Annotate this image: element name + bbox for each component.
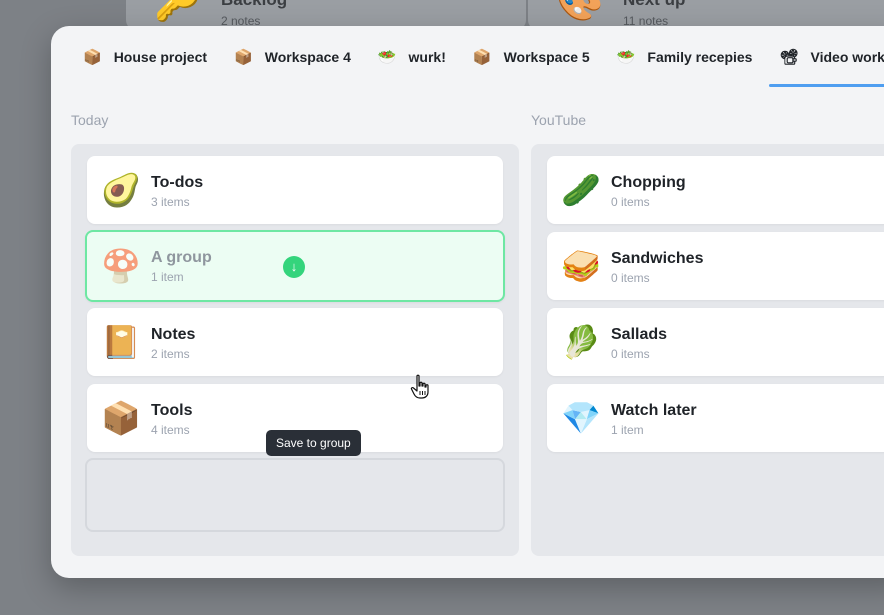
tab-label: Workspace 4	[264, 49, 351, 65]
gem-icon: 💎	[561, 400, 601, 436]
card-count: 0 items	[611, 347, 650, 361]
salad-icon: 🥗	[377, 49, 397, 66]
card-title: Chopping	[611, 174, 686, 191]
tab-label: Family recepies	[647, 49, 753, 65]
group-card-sallads[interactable]: 🥬 Sallads 0 items	[547, 308, 884, 376]
card-title: Sandwiches	[611, 250, 704, 267]
hand-pointer-cursor-icon	[410, 374, 429, 399]
leafy-green-icon: 🥬	[561, 324, 601, 360]
package-icon: 📦	[101, 400, 141, 436]
film-projector-icon: 📽	[779, 49, 799, 66]
tab-label: Video works	[810, 49, 884, 65]
key-icon: 🔑	[154, 0, 202, 23]
column-youtube: 🥒 Chopping 0 items 🥪 Sandwiches 0 items …	[531, 144, 884, 556]
card-count: 3 items	[151, 195, 190, 209]
card-count: 0 items	[611, 195, 650, 209]
package-icon: 📦	[472, 49, 492, 66]
group-card-watch-later[interactable]: 💎 Watch later 1 item	[547, 384, 884, 452]
group-card-notes[interactable]: 📔 Notes 2 items	[87, 308, 503, 376]
sandwich-icon: 🥪	[561, 248, 601, 284]
card-title: To-dos	[151, 174, 204, 191]
card-title: Sallads	[611, 326, 668, 343]
palette-icon: 🎨	[556, 0, 604, 23]
group-card-to-dos[interactable]: 🥑 To-dos 3 items	[87, 156, 503, 224]
package-icon: 📦	[234, 49, 253, 66]
card-title: A group	[151, 249, 212, 266]
package-icon: 📦	[83, 49, 102, 66]
background-card-title: Next up	[623, 0, 685, 10]
tab-workspace-5[interactable]: 📦 Workspace 5	[473, 26, 590, 88]
column-title-youtube: YouTube	[531, 112, 587, 128]
salad-icon: 🥗	[616, 49, 636, 66]
card-count: 2 items	[151, 347, 190, 361]
column-title-today: Today	[71, 112, 109, 128]
tab-family-recepies[interactable]: 🥗 Family recepies	[617, 26, 753, 88]
tab-label: House project	[113, 49, 208, 65]
tab-workspace-4[interactable]: 📦 Workspace 4	[234, 26, 351, 88]
save-to-group-tooltip: Save to group	[266, 430, 361, 456]
card-count: 4 items	[151, 423, 190, 437]
card-title: Tools	[151, 402, 193, 419]
drag-placeholder	[85, 458, 505, 532]
tab-label: wurk!	[408, 49, 446, 65]
card-count: 1 item	[611, 423, 644, 437]
group-card-chopping[interactable]: 🥒 Chopping 0 items	[547, 156, 884, 224]
tab-label: Workspace 5	[503, 49, 590, 65]
tab-house-project[interactable]: 📦 House project	[83, 26, 207, 88]
group-card-sandwiches[interactable]: 🥪 Sandwiches 0 items	[547, 232, 884, 300]
notebook-icon: 📔	[101, 324, 141, 360]
card-title: Notes	[151, 326, 196, 343]
cucumber-icon: 🥒	[561, 172, 601, 208]
card-count: 0 items	[611, 271, 650, 285]
workspace-window: 📦 House project 📦 Workspace 4 🥗 wurk! 📦 …	[51, 26, 884, 578]
background-card-title: Backlog	[221, 0, 287, 10]
card-title: Watch later	[611, 402, 697, 419]
arrow-down-circle-icon: ↓	[283, 256, 305, 278]
mushroom-icon: 🍄	[101, 248, 141, 284]
tab-wurk[interactable]: 🥗 wurk!	[378, 26, 446, 88]
group-card-a-group-drop-target[interactable]: 🍄 A group 1 item ↓	[85, 230, 505, 302]
avocado-icon: 🥑	[101, 172, 141, 208]
card-count: 1 item	[151, 270, 184, 284]
workspace-tabs: 📦 House project 📦 Workspace 4 🥗 wurk! 📦 …	[51, 26, 884, 88]
column-today: 🥑 To-dos 3 items 🍄 A group 1 item ↓ 📔 No…	[71, 144, 519, 556]
tab-video-works[interactable]: 📽 Video works	[769, 26, 884, 88]
